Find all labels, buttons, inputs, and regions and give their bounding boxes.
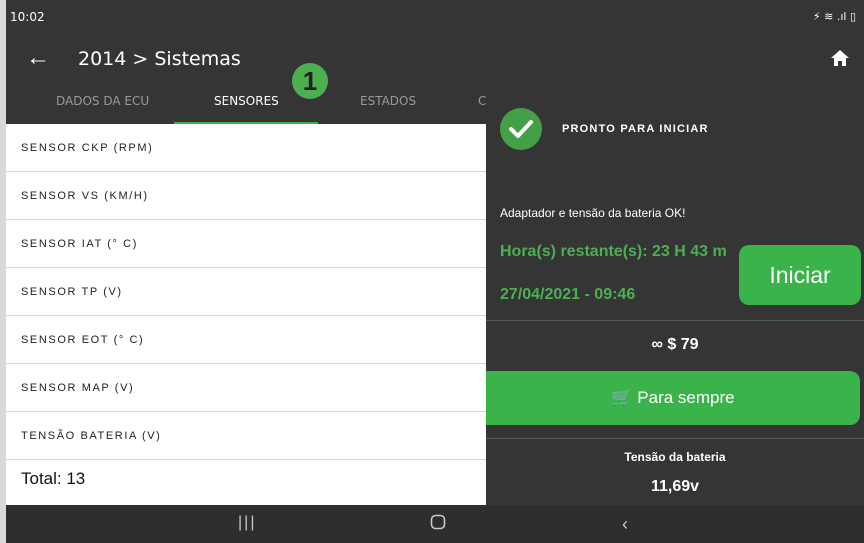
tab-dados-da-ecu[interactable]: DADOS DA ECU bbox=[56, 94, 149, 108]
list-item[interactable]: SENSOR VS (KM/H) bbox=[6, 172, 486, 220]
cart-icon: 🛒 bbox=[611, 388, 633, 407]
recent-apps-icon[interactable]: ||| bbox=[238, 514, 256, 532]
start-button[interactable]: Iniciar bbox=[739, 245, 861, 305]
back-nav-icon[interactable]: ‹ bbox=[622, 514, 628, 535]
status-time: 10:02 bbox=[10, 10, 45, 24]
tab-sensores[interactable]: SENSORES bbox=[214, 94, 279, 108]
list-item-label: SENSOR TP (V) bbox=[21, 286, 123, 298]
price-value: $ 79 bbox=[667, 336, 699, 353]
list-item-label: SENSOR CKP (RPM) bbox=[21, 142, 154, 154]
total-count: Total: 13 bbox=[21, 469, 86, 488]
infinity-icon: ∞ bbox=[651, 336, 663, 353]
system-nav-bar: ||| ‹ bbox=[6, 505, 864, 543]
back-arrow-icon[interactable]: ← bbox=[26, 46, 50, 70]
list-item[interactable]: TENSÃO BATERIA (V) bbox=[6, 412, 486, 460]
date-time: 27/04/2021 - 09:46 bbox=[500, 286, 636, 303]
list-item[interactable]: SENSOR CKP (RPM) bbox=[6, 124, 486, 172]
battery-label: Tensão da bateria bbox=[624, 450, 726, 464]
home-nav-icon[interactable] bbox=[430, 514, 446, 535]
status-icons: ⚡ ≋ .ıl ▯ bbox=[812, 10, 856, 23]
list-item[interactable]: SENSOR IAT (° C) bbox=[6, 220, 486, 268]
app-bar: ← 2014 > Sistemas bbox=[6, 34, 864, 86]
list-item[interactable]: SENSOR MAP (V) bbox=[6, 364, 486, 412]
ready-status: PRONTO PARA INICIAR bbox=[562, 123, 709, 135]
battery-value: 11,69v bbox=[650, 478, 700, 495]
check-icon bbox=[500, 108, 542, 150]
step-badge: 1 bbox=[292, 63, 328, 99]
divider bbox=[486, 320, 864, 321]
buy-label: Para sempre bbox=[637, 388, 735, 407]
home-icon[interactable] bbox=[830, 49, 850, 72]
adapter-status: Adaptador e tensão da bateria OK! bbox=[500, 206, 686, 220]
status-bar: 10:02 ⚡ ≋ .ıl ▯ bbox=[6, 0, 864, 34]
price-row: ∞ $ 79 bbox=[486, 336, 864, 354]
start-panel: PRONTO PARA INICIAR Adaptador e tensão d… bbox=[486, 100, 864, 505]
list-item-label: SENSOR EOT (° C) bbox=[21, 334, 145, 346]
page-title: 2014 > Sistemas bbox=[78, 48, 241, 70]
time-remaining: Hora(s) restante(s): 23 H 43 m bbox=[500, 243, 727, 260]
buy-forever-button[interactable]: 🛒 Para sempre bbox=[486, 371, 860, 425]
list-item[interactable]: SENSOR EOT (° C) bbox=[6, 316, 486, 364]
device-screen: 10:02 ⚡ ≋ .ıl ▯ ← 2014 > Sistemas DADOS … bbox=[6, 0, 864, 543]
list-item-label: SENSOR VS (KM/H) bbox=[21, 190, 149, 202]
sensor-list: SENSOR CKP (RPM) SENSOR VS (KM/H) SENSOR… bbox=[6, 124, 486, 505]
list-item[interactable]: SENSOR TP (V) bbox=[6, 268, 486, 316]
divider bbox=[486, 438, 864, 439]
list-item-label: TENSÃO BATERIA (V) bbox=[21, 430, 162, 442]
list-item-label: SENSOR MAP (V) bbox=[21, 382, 135, 394]
list-item-label: SENSOR IAT (° C) bbox=[21, 238, 138, 250]
tab-estados[interactable]: ESTADOS bbox=[360, 94, 416, 108]
